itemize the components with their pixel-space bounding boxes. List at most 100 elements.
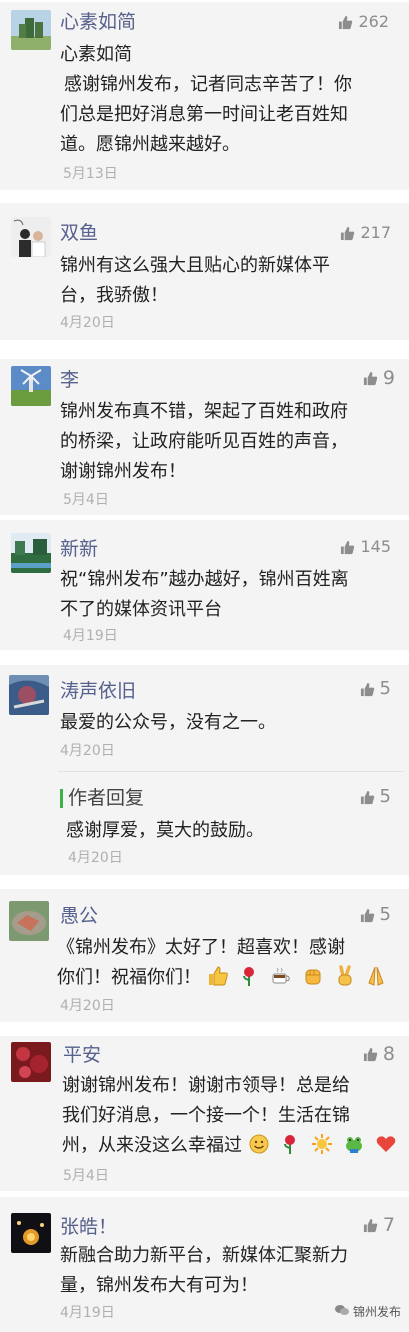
like-count[interactable]: 145	[340, 537, 391, 557]
like-count[interactable]: 5	[360, 905, 391, 925]
thumbs-up-emoji-icon	[207, 965, 229, 987]
thumbs-up-icon[interactable]	[363, 1047, 378, 1062]
avatar[interactable]	[11, 533, 51, 573]
comment-card: 心素如简 262 心素如简 感谢锦州发布，记者同志辛苦了！你 们总是把好消息第一…	[0, 2, 409, 190]
like-count-value: 8	[382, 1043, 395, 1065]
like-count-value: 5	[379, 904, 391, 925]
comment-text: 谢谢锦州发布！谢谢市领导！总是给 我们好消息，一个接一个！生活在锦 州，从来没这…	[62, 1071, 407, 1161]
thumbs-up-icon[interactable]	[340, 226, 355, 241]
comment-date: 4月20日	[60, 998, 115, 1014]
comment-author[interactable]: 心素如简	[60, 10, 136, 34]
comment-text-line: 不了的媒体资讯平台	[60, 599, 222, 620]
comment-author[interactable]: 愚公	[60, 904, 98, 928]
watermark: 锦州发布	[334, 1303, 401, 1320]
comment-text: 祝“锦州发布”越办越好，锦州百姓离 不了的媒体资讯平台	[60, 565, 405, 625]
comment-text: 锦州发布真不错，架起了百姓和政府 的桥梁，让政府能听见百姓的声音， 谢谢锦州发布…	[60, 397, 405, 487]
comment-text: 新融合助力新平台，新媒体汇聚新力 量，锦州发布大有可为！	[60, 1241, 405, 1301]
comment-card: 涛声依旧 5 最爱的公众号，没有之一。 4月20日 作者回复 5 感谢厚爱，莫大…	[0, 665, 409, 875]
like-count[interactable]: 8	[363, 1044, 395, 1064]
comment-card: 双鱼 217 锦州有这么强大且贴心的新媒体平 台，我骄傲！ 4月20日	[0, 203, 409, 340]
comment-author[interactable]: 平安	[63, 1043, 101, 1067]
reply-date: 4月20日	[68, 850, 123, 866]
comment-text-line: 祝“锦州发布”越办越好，锦州百姓离	[60, 569, 349, 590]
coffee-emoji-icon	[270, 965, 292, 987]
comment-text-line: 最爱的公众号，没有之一。	[60, 712, 276, 733]
comment-date: 5月4日	[63, 1168, 109, 1184]
comment-text-line: 《锦州发布》太好了！超喜欢！感谢	[57, 937, 345, 958]
comment-author[interactable]: 新新	[60, 537, 98, 561]
avatar[interactable]	[11, 366, 51, 406]
author-reply-marker	[60, 789, 63, 808]
frog-emoji-icon	[343, 1133, 365, 1155]
comment-text-segment: 你们！祝福你们！	[57, 967, 201, 988]
comment-date: 4月20日	[60, 315, 115, 331]
like-count-value: 145	[360, 537, 391, 556]
divider	[58, 771, 403, 772]
avatar[interactable]	[11, 217, 51, 257]
comment-text-line: 锦州有这么强大且贴心的新媒体平	[60, 255, 330, 276]
pray-emoji-icon	[365, 965, 387, 987]
comment-text-line: 你们！祝福你们！	[57, 963, 402, 993]
smile-emoji-icon	[248, 1133, 270, 1155]
comment-text: 锦州有这么强大且贴心的新媒体平 台，我骄傲！	[60, 251, 400, 311]
like-count-value: 262	[358, 12, 389, 31]
thumbs-up-icon[interactable]	[340, 540, 355, 555]
reply-like-count[interactable]: 5	[360, 787, 391, 807]
like-count-value: 9	[382, 367, 395, 389]
thumbs-up-icon[interactable]	[360, 908, 375, 923]
like-count[interactable]: 9	[363, 368, 395, 388]
comment-text-line: 量，锦州发布大有可为！	[60, 1275, 258, 1296]
avatar[interactable]	[9, 901, 49, 941]
comment-text-line: 我们好消息，一个接一个！生活在锦	[62, 1105, 350, 1126]
comment-text-line: 新融合助力新平台，新媒体汇聚新力	[60, 1245, 348, 1266]
comment-date: 4月20日	[60, 743, 115, 759]
comment-text: 《锦州发布》太好了！超喜欢！感谢 你们！祝福你们！	[57, 933, 402, 993]
like-count[interactable]: 7	[363, 1215, 395, 1235]
avatar[interactable]	[9, 675, 49, 715]
author-reply-label: 作者回复	[68, 787, 145, 809]
like-count-value: 5	[379, 786, 391, 807]
like-count-value: 217	[360, 223, 391, 242]
comment-date: 5月13日	[63, 166, 118, 182]
like-count[interactable]: 5	[360, 679, 391, 699]
comment-text-segment: 州，从来没这么幸福过	[62, 1135, 242, 1156]
comment-card: 新新 145 祝“锦州发布”越办越好，锦州百姓离 不了的媒体资讯平台 4月19日	[0, 520, 409, 650]
avatar[interactable]	[11, 1213, 51, 1253]
comment-author[interactable]: 涛声依旧	[60, 679, 136, 703]
comment-date: 4月19日	[60, 1305, 115, 1321]
comment-author[interactable]: 张皓！	[60, 1215, 117, 1239]
comment-author[interactable]: 双鱼	[60, 221, 98, 245]
avatar[interactable]	[11, 10, 51, 50]
heart-emoji-icon	[375, 1133, 397, 1155]
comment-text-line: 州，从来没这么幸福过	[62, 1131, 407, 1161]
thumbs-up-icon[interactable]	[338, 15, 353, 30]
comment-author[interactable]: 李	[60, 368, 79, 392]
avatar[interactable]	[11, 1042, 51, 1082]
comment-text-line: 台，我骄傲！	[60, 285, 168, 306]
fist-emoji-icon	[302, 965, 324, 987]
comment-text-line: 们总是把好消息第一时间让老百姓知	[60, 104, 348, 125]
comment-card: 李 9 锦州发布真不错，架起了百姓和政府 的桥梁，让政府能听见百姓的声音， 谢谢…	[0, 359, 409, 515]
thumbs-up-icon[interactable]	[363, 371, 378, 386]
comment-date: 5月4日	[63, 492, 109, 508]
like-count-value: 7	[382, 1214, 395, 1236]
comment-text: 心素如简 感谢锦州发布，记者同志辛苦了！你 们总是把好消息第一时间让老百姓知 道…	[60, 40, 400, 160]
thumbs-up-icon[interactable]	[363, 1218, 378, 1233]
sun-emoji-icon	[311, 1133, 333, 1155]
author-reply-text: 感谢厚爱，莫大的鼓励。	[66, 820, 264, 841]
like-count[interactable]: 262	[338, 12, 389, 32]
like-count[interactable]: 217	[340, 223, 391, 243]
comment-text-line: 谢谢锦州发布！谢谢市领导！总是给	[62, 1075, 350, 1096]
thumbs-up-icon[interactable]	[360, 682, 375, 697]
comment-card: 愚公 5 《锦州发布》太好了！超喜欢！感谢 你们！祝福你们！ 4月20日	[0, 889, 409, 1022]
comment-card: 平安 8 谢谢锦州发布！谢谢市领导！总是给 我们好消息，一个接一个！生活在锦 州…	[0, 1036, 409, 1191]
comment-list: 心素如简 262 心素如简 感谢锦州发布，记者同志辛苦了！你 们总是把好消息第一…	[0, 0, 409, 1332]
victory-hand-emoji-icon	[334, 965, 356, 987]
watermark-label: 锦州发布	[352, 1305, 401, 1319]
rose-emoji-icon	[238, 965, 260, 987]
comment-text: 最爱的公众号，没有之一。	[60, 708, 400, 738]
comment-text-line: 锦州发布真不错，架起了百姓和政府	[60, 401, 348, 422]
like-count-value: 5	[379, 678, 391, 699]
thumbs-up-icon[interactable]	[360, 790, 375, 805]
comment-text-line: 的桥梁，让政府能听见百姓的声音，	[60, 431, 348, 452]
